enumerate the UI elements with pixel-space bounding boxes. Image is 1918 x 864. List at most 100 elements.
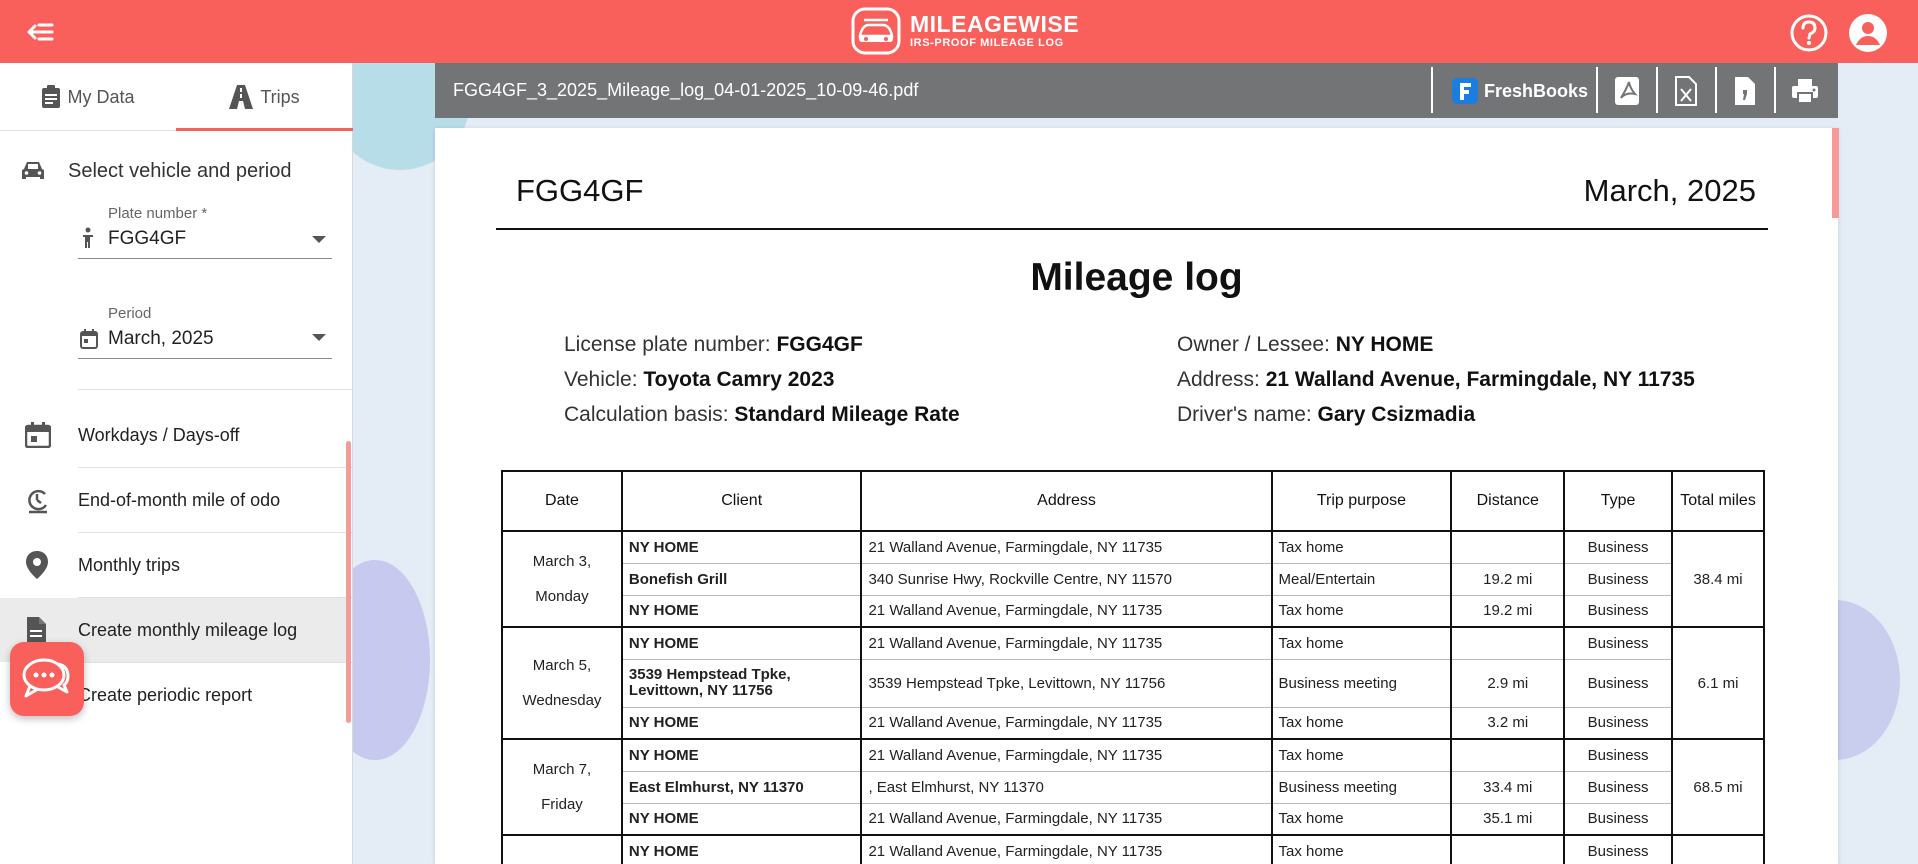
calendar-icon bbox=[25, 422, 51, 448]
type-cell: Business bbox=[1563, 531, 1674, 564]
select-vehicle-heading: Select vehicle and period bbox=[0, 151, 353, 191]
plate-number-select[interactable]: Plate number * FGG4GF bbox=[78, 201, 332, 259]
document-icon bbox=[27, 617, 46, 643]
type-cell: Business bbox=[1563, 563, 1674, 596]
download-csv-button[interactable] bbox=[1733, 73, 1757, 109]
distance-cell: 19.2 mi bbox=[1450, 563, 1566, 596]
table-row: March 5, Wednesday NY HOME 21 Walland Ave… bbox=[501, 627, 1765, 740]
menu-monthly-trips-label: Monthly trips bbox=[78, 554, 181, 575]
distance-cell bbox=[1450, 739, 1566, 772]
divider bbox=[78, 389, 353, 390]
tab-my-data-label: My Data bbox=[67, 86, 135, 107]
menu-end-of-month-odo[interactable]: End-of-month mile of odo bbox=[0, 468, 346, 532]
table-row: NY HOME 21 Walland Avenue, Farmingdale, … bbox=[501, 835, 1765, 864]
purpose-cell: Meal/Entertain bbox=[1270, 563, 1453, 596]
car-icon bbox=[22, 162, 44, 179]
type-cell: Business bbox=[1563, 835, 1674, 864]
pdf-scrollbar[interactable] bbox=[1832, 128, 1839, 218]
help-button[interactable] bbox=[1789, 13, 1829, 53]
menu-workdays-label: Workdays / Days-off bbox=[78, 424, 240, 445]
distance-cell bbox=[1450, 835, 1566, 864]
car-logo-icon bbox=[851, 7, 901, 55]
chat-button[interactable] bbox=[10, 642, 84, 716]
client-cell: NY HOME bbox=[620, 739, 863, 772]
info-right: Owner / Lessee: NY HOME Address: 21 Wall… bbox=[1177, 327, 1695, 432]
chevron-down-icon bbox=[312, 236, 326, 243]
chat-icon bbox=[22, 658, 70, 698]
distance-cell: 19.2 mi bbox=[1450, 595, 1566, 628]
purpose-cell: Tax home bbox=[1270, 835, 1453, 864]
menu-collapse-button[interactable] bbox=[26, 18, 58, 46]
app-logo[interactable]: MILEAGEWISE IRS-PROOF MILEAGE LOG bbox=[850, 6, 1079, 56]
account-button[interactable] bbox=[1848, 13, 1888, 53]
info-vehicle: Vehicle: Toyota Camry 2023 bbox=[564, 368, 835, 391]
active-tab-indicator bbox=[176, 128, 353, 131]
sidebar-scrollbar[interactable] bbox=[346, 441, 351, 723]
menu-monthly-trips[interactable]: Monthly trips bbox=[0, 533, 346, 597]
purpose-cell: Business meeting bbox=[1270, 659, 1453, 708]
purpose-cell: Business meeting bbox=[1270, 771, 1453, 804]
total-miles-cell: 6.1 mi bbox=[1671, 627, 1765, 740]
column-header: Client bbox=[620, 470, 863, 532]
address-cell: , East Elmhurst, NY 11370 bbox=[860, 771, 1273, 804]
distance-cell: 2.9 mi bbox=[1450, 659, 1566, 708]
print-button[interactable] bbox=[1791, 73, 1819, 109]
freshbooks-export-button[interactable]: FreshBooks bbox=[1452, 73, 1588, 109]
account-icon bbox=[1849, 14, 1887, 52]
address-cell: 3539 Hempstead Tpke, Levittown, NY 11756 bbox=[860, 659, 1273, 708]
purpose-cell: Tax home bbox=[1270, 531, 1453, 564]
type-cell: Business bbox=[1563, 803, 1674, 836]
info-calculation-basis: Calculation basis: Standard Mileage Rate bbox=[564, 403, 960, 426]
distance-cell bbox=[1450, 627, 1566, 660]
period-select[interactable]: Period March, 2025 bbox=[78, 301, 332, 359]
table-row: Bonefish Grill 340 Sunrise Hwy, Rockvill… bbox=[502, 563, 1764, 596]
road-icon bbox=[229, 85, 254, 109]
sidebar: My Data Trips Select vehicle and period … bbox=[0, 63, 353, 864]
type-cell: Business bbox=[1563, 707, 1674, 740]
total-miles-cell: 38.4 mi bbox=[1671, 531, 1765, 628]
tab-trips[interactable]: Trips bbox=[176, 63, 352, 131]
freshbooks-label: FreshBooks bbox=[1484, 80, 1589, 101]
top-app-bar: MILEAGEWISE IRS-PROOF MILEAGE LOG bbox=[0, 0, 1918, 63]
total-miles-cell: 68.5 mi bbox=[1671, 739, 1765, 836]
plate-number-value: FGG4GF bbox=[108, 228, 187, 249]
column-header: Total miles bbox=[1671, 470, 1765, 532]
type-cell: Business bbox=[1563, 659, 1674, 708]
logo-subtitle: IRS-PROOF MILEAGE LOG bbox=[910, 37, 1064, 49]
distance-cell: 33.4 mi bbox=[1450, 771, 1566, 804]
table-row: NY HOME 21 Walland Avenue, Farmingdale, … bbox=[502, 595, 1764, 628]
type-cell: Business bbox=[1563, 771, 1674, 804]
document-plate: FGG4GF bbox=[516, 173, 644, 208]
purpose-cell: Tax home bbox=[1270, 627, 1453, 660]
tab-my-data[interactable]: My Data bbox=[0, 63, 176, 131]
download-excel-button[interactable] bbox=[1674, 73, 1698, 109]
column-header: Trip purpose bbox=[1270, 470, 1453, 532]
menu-workdays[interactable]: Workdays / Days-off bbox=[0, 403, 346, 467]
pdf-filename: FGG4GF_3_2025_Mileage_log_04-01-2025_10-… bbox=[453, 80, 919, 100]
odometer-icon bbox=[28, 489, 48, 514]
pdf-file-icon bbox=[1615, 77, 1639, 105]
type-cell: Business bbox=[1563, 739, 1674, 772]
mileage-log-table: Date Client Address Trip purpose Distanc… bbox=[501, 470, 1765, 864]
client-cell: NY HOME bbox=[620, 707, 863, 740]
client-cell: East Elmhurst, NY 11370 bbox=[620, 771, 863, 804]
client-cell: NY HOME bbox=[620, 835, 863, 864]
total-miles-cell bbox=[1671, 835, 1765, 864]
toolbar-divider bbox=[1774, 67, 1776, 113]
pdf-page: FGG4GF March, 2025 Mileage log License p… bbox=[435, 128, 1838, 864]
table-row: 3539 Hempstead Tpke, Levittown, NY 11756… bbox=[502, 659, 1764, 708]
table-row: NY HOME 21 Walland Avenue, Farmingdale, … bbox=[502, 707, 1764, 740]
trip-date-cell: March 5, Wednesday bbox=[501, 627, 623, 740]
info-driver: Driver's name: Gary Csizmadia bbox=[1177, 403, 1476, 426]
tab-trips-label: Trips bbox=[260, 86, 300, 107]
download-pdf-button[interactable] bbox=[1614, 73, 1640, 109]
document-period: March, 2025 bbox=[1583, 173, 1756, 208]
logo-title: MILEAGEWISE bbox=[910, 11, 1080, 37]
calendar-icon bbox=[80, 329, 98, 349]
toolbar-divider bbox=[1656, 67, 1658, 113]
toolbar-divider bbox=[1431, 67, 1433, 113]
trip-date-cell: March 3, Monday bbox=[501, 531, 623, 628]
excel-file-icon bbox=[1675, 76, 1697, 106]
select-vehicle-label: Select vehicle and period bbox=[68, 159, 292, 182]
menu-create-periodic-report-label: Create periodic report bbox=[78, 684, 253, 705]
